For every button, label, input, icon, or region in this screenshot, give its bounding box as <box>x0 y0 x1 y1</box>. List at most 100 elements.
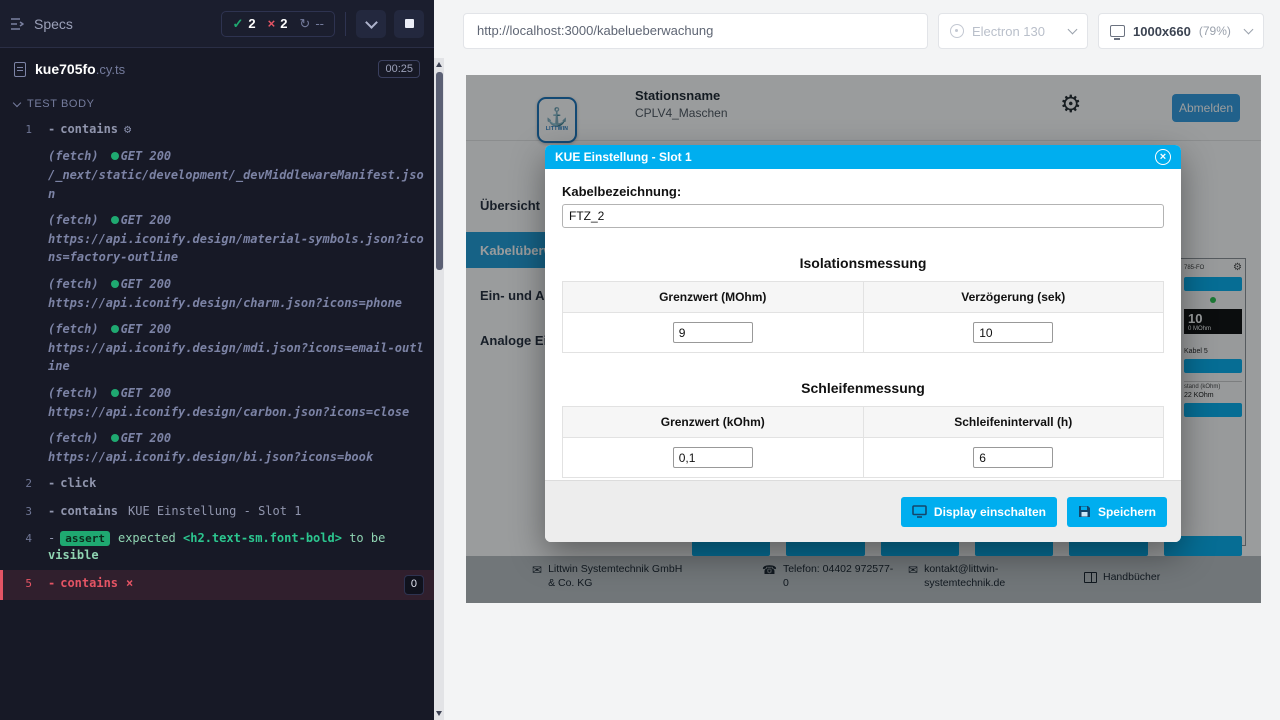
fetch-label: (fetch) <box>48 149 99 163</box>
chevron-down-icon <box>1244 25 1254 35</box>
kue-settings-modal: KUE Einstellung - Slot 1 × Kabelbezeichn… <box>545 145 1181 542</box>
log-row-click[interactable]: 2 click <box>0 470 434 497</box>
stop-button[interactable] <box>394 10 424 38</box>
log-row-fetch[interactable]: (fetch)GET 200https://api.iconify.design… <box>0 380 434 425</box>
viewport-scale: (79%) <box>1199 24 1231 38</box>
fetch-url: https://api.iconify.design/charm.json?ic… <box>48 294 428 313</box>
log-row-assert[interactable]: 4 assertexpected <h2.text-sm.font-bold> … <box>0 525 434 570</box>
loop-col-intervall: Schleifenintervall (h) <box>863 407 1164 438</box>
spec-name-ext: .cy.ts <box>96 62 125 77</box>
command-name: click <box>48 476 96 490</box>
fetch-label: (fetch) <box>48 322 99 336</box>
pending-count: -- <box>315 16 324 31</box>
reporter-scrollbar[interactable] <box>434 58 444 720</box>
isolation-col-verzoegerung: Verzögerung (sek) <box>863 282 1164 313</box>
status-ok-dot <box>111 389 119 397</box>
spec-header: kue705fo.cy.ts 00:25 <box>0 48 434 90</box>
specs-button[interactable]: Specs <box>10 16 73 32</box>
scrollbar-thumb[interactable] <box>436 72 443 270</box>
url-text: http://localhost:3000/kabelueberwachung <box>477 23 713 38</box>
browser-name: Electron 130 <box>972 24 1045 39</box>
command-name: contains <box>48 576 118 590</box>
assert-expected: visible <box>48 548 99 562</box>
log-row-contains-3[interactable]: 3 containsKUE Einstellung - Slot 1 <box>0 498 434 525</box>
loop-grenzwert-input[interactable] <box>673 447 753 468</box>
scroll-down-arrow[interactable] <box>436 711 442 716</box>
runner-toolbar: Specs ✓2 ×2 ↻-- <box>0 0 434 48</box>
loop-col-grenzwert: Grenzwert (kOhm) <box>563 407 864 438</box>
chevron-down-icon <box>1068 25 1078 35</box>
loop-intervall-input[interactable] <box>973 447 1053 468</box>
fetch-label: (fetch) <box>48 431 99 445</box>
loop-table: Grenzwert (kOhm) Schleifenintervall (h) <box>562 406 1164 478</box>
browser-select[interactable]: Electron 130 <box>938 13 1088 49</box>
fetch-status: GET 200 <box>121 149 172 163</box>
fetch-url: https://api.iconify.design/carbon.json?i… <box>48 403 428 422</box>
log-row-fetch[interactable]: (fetch) GET 200 https://api.iconify.design… <box>0 207 434 271</box>
passed-count: 2 <box>248 16 255 31</box>
loop-section-title: Schleifenmessung <box>562 380 1164 396</box>
modal-title: KUE Einstellung - Slot 1 <box>555 150 692 164</box>
log-row-fetch[interactable]: (fetch)GET 200https://api.iconify.design… <box>0 271 434 316</box>
log-row-contains-1[interactable]: 1 contains⚙ <box>0 116 434 143</box>
modal-header: KUE Einstellung - Slot 1 × <box>545 145 1181 169</box>
url-input[interactable]: http://localhost:3000/kabelueberwachung <box>463 13 928 49</box>
cable-name-label: Kabelbezeichnung: <box>562 184 1164 199</box>
scroll-up-arrow[interactable] <box>436 62 442 67</box>
fetch-label: (fetch) <box>48 213 99 227</box>
assert-badge: assert <box>60 531 110 546</box>
app-under-test: ⚓ LITTWIN Stationsname CPLV4_Maschen ⚙ A… <box>466 75 1261 603</box>
log-row-fetch[interactable]: (fetch)GET 200/_next/static/development/… <box>0 143 434 207</box>
specs-label: Specs <box>34 16 73 32</box>
command-arg: KUE Einstellung - Slot 1 <box>128 504 301 518</box>
stat-passed: ✓2 <box>232 16 255 32</box>
display-on-button[interactable]: Display einschalten <box>901 497 1057 527</box>
test-body-label: TEST BODY <box>27 98 95 110</box>
aut-stage: http://localhost:3000/kabelueberwachung … <box>444 0 1280 720</box>
specs-menu-icon <box>10 17 26 31</box>
chevron-down-icon <box>13 98 21 106</box>
spec-timer: 00:25 <box>378 60 420 78</box>
spec-name-base: kue705fo <box>35 61 96 77</box>
command-name: contains <box>48 504 118 518</box>
test-body-toggle[interactable]: TEST BODY <box>0 90 434 116</box>
gear-icon: ⚙ <box>124 122 131 136</box>
floppy-disk-icon <box>1078 505 1091 518</box>
close-icon[interactable]: × <box>1155 149 1171 165</box>
isolation-verzoegerung-input[interactable] <box>973 322 1053 343</box>
isolation-grenzwert-input[interactable] <box>673 322 753 343</box>
line-number: 2 <box>0 475 48 492</box>
viewport-icon <box>1110 25 1125 37</box>
toolbar-divider <box>345 12 346 36</box>
line-number: 4 <box>0 530 48 565</box>
fetch-status: GET 200 <box>121 213 172 227</box>
viewport-select[interactable]: 1000x660 (79%) <box>1098 13 1264 49</box>
status-ok-dot <box>111 152 119 160</box>
stat-pending: ↻ -- <box>299 16 324 32</box>
fetch-status: GET 200 <box>121 277 172 291</box>
refresh-icon: ↻ <box>299 16 310 32</box>
stop-icon <box>405 19 414 28</box>
check-icon: ✓ <box>232 16 243 32</box>
status-ok-dot <box>111 216 119 224</box>
assert-selector: <h2.text-sm.font-bold> <box>183 531 342 545</box>
cable-name-input[interactable] <box>562 204 1164 228</box>
failed-count: 2 <box>280 16 287 31</box>
line-number: 1 <box>0 121 48 138</box>
electron-icon <box>950 24 964 38</box>
status-ok-dot <box>111 434 119 442</box>
line-number: 5 <box>3 575 48 595</box>
modal-footer: Display einschalten Speichern <box>545 480 1181 542</box>
test-stats[interactable]: ✓2 ×2 ↻-- <box>221 11 335 37</box>
x-icon: × <box>268 16 276 31</box>
save-button[interactable]: Speichern <box>1067 497 1167 527</box>
log-row-fetch[interactable]: (fetch)GET 200https://api.iconify.design… <box>0 425 434 470</box>
collapse-button[interactable] <box>356 10 386 38</box>
log-row-contains-failing[interactable]: 5 contains× 0 <box>0 570 434 600</box>
assert-text: expected <box>118 531 176 545</box>
log-row-fetch[interactable]: (fetch)GET 200https://api.iconify.design… <box>0 316 434 380</box>
spec-name[interactable]: kue705fo.cy.ts <box>35 61 125 77</box>
fetch-status: GET 200 <box>121 431 172 445</box>
fetch-status: GET 200 <box>121 386 172 400</box>
fetch-url: https://api.iconify.design/material-symb… <box>48 230 428 267</box>
